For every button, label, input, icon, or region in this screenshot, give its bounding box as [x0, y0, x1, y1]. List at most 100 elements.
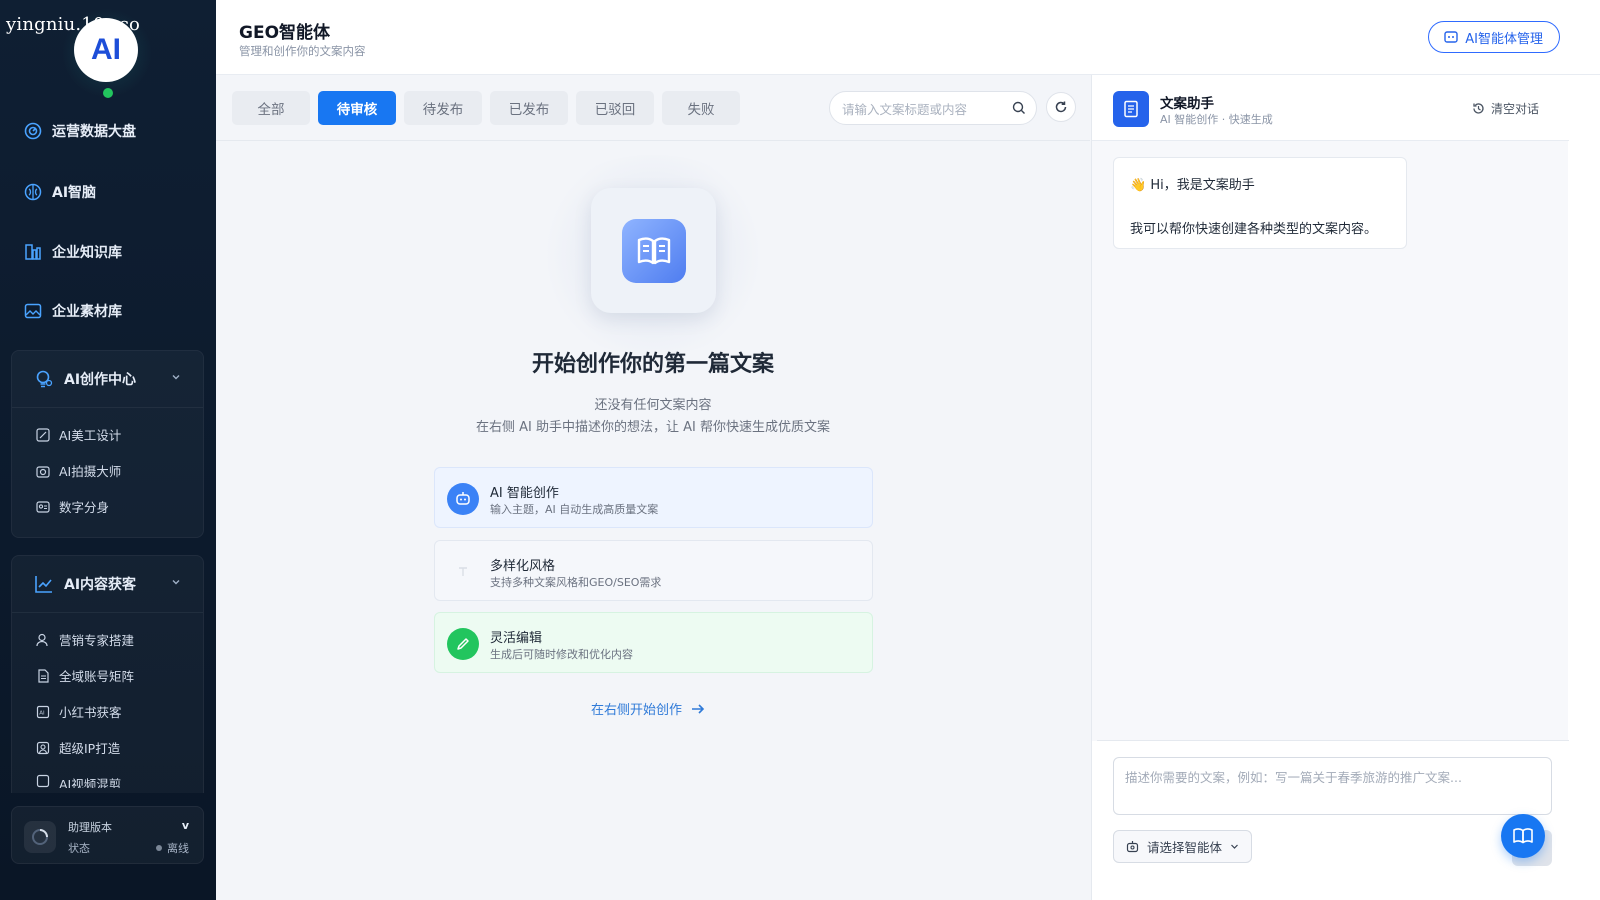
refresh-icon: [1054, 100, 1068, 114]
greeting-line: 👋 Hi，我是文案助手: [1130, 174, 1255, 193]
subitem-label: 数字分身: [59, 500, 110, 515]
assistant-panel: 文案助手 AI 智能创作 · 快速生成 清空对话 👋 Hi，我是文案助手 我可以…: [1091, 75, 1600, 900]
group-label: AI内容获客: [64, 577, 137, 593]
sidebar: AI yingniu.10v.co 运营数据大盘 AI智脑 企业知识库 企业素材…: [0, 0, 216, 900]
sidebar-item-label: 企业素材库: [52, 304, 122, 320]
sidebar-item-ai-brain[interactable]: AI智脑: [24, 180, 96, 204]
floating-book-button[interactable]: [1501, 814, 1545, 858]
sidebar-subitem-super-ip[interactable]: 超级IP打造: [36, 738, 120, 757]
tab-failed[interactable]: 失败: [662, 91, 740, 125]
greeting-text: Hi，我是文案助手: [1150, 178, 1255, 193]
search-icon[interactable]: [1012, 101, 1026, 115]
feature-title: 多样化风格: [490, 559, 556, 574]
sidebar-item-label: 企业知识库: [52, 245, 122, 261]
ai-badge-icon: AI: [36, 705, 50, 719]
agent-select[interactable]: 请选择智能体: [1113, 830, 1252, 863]
footer-divider: [1097, 740, 1569, 741]
version-value: v: [181, 819, 189, 832]
tab-to-publish[interactable]: 待发布: [404, 91, 482, 125]
assistant-header: 文案助手 AI 智能创作 · 快速生成 清空对话: [1092, 75, 1569, 141]
tab-pending-review[interactable]: 待审核: [318, 91, 396, 125]
history-icon: [1472, 102, 1485, 115]
sidebar-subitem-marketing-expert[interactable]: 营销专家搭建: [36, 630, 134, 649]
clear-chat-label: 清空对话: [1491, 102, 1540, 116]
video-icon: [36, 774, 50, 788]
sidebar-subitem-account-matrix[interactable]: 全域账号矩阵: [36, 666, 134, 685]
logo-text: AI: [91, 33, 121, 66]
assistant-version-panel[interactable]: 助理版本 v 状态 离线: [11, 806, 204, 864]
group-header-ai-content[interactable]: AI内容获客: [34, 574, 136, 594]
start-creating-link[interactable]: 在右侧开始创作: [591, 699, 706, 718]
sidebar-subitem-ai-design[interactable]: AI美工设计: [36, 425, 121, 444]
svg-text:AI: AI: [39, 710, 45, 716]
lightbulb-icon: [34, 369, 54, 389]
empty-state-line2: 在右侧 AI 助手中描述你的想法，让 AI 帮你快速生成优质文案: [476, 420, 830, 435]
tab-published[interactable]: 已发布: [490, 91, 568, 125]
chevron-down-icon[interactable]: [171, 371, 181, 385]
library-icon: [24, 243, 42, 261]
sidebar-subitem-xiaohongshu[interactable]: AI 小红书获客: [36, 702, 122, 721]
sidebar-subitem-ai-photo[interactable]: AI拍摄大师: [36, 461, 121, 480]
page-subtitle: 管理和创作你的文案内容: [239, 44, 366, 58]
tab-label: 待审核: [336, 102, 378, 118]
subitem-label: 超级IP打造: [59, 741, 121, 756]
tab-rejected[interactable]: 已驳回: [576, 91, 654, 125]
prompt-textarea[interactable]: 描述你需要的文案，例如：写一篇关于春季旅游的推广文案...: [1113, 757, 1552, 815]
document-icon: [36, 668, 50, 683]
group-divider: [12, 612, 203, 613]
sidebar-item-knowledge-base[interactable]: 企业知识库: [24, 240, 122, 264]
subitem-label: 小红书获客: [59, 705, 122, 720]
group-label: AI创作中心: [64, 372, 137, 388]
feature-card-ai-creation: AI 智能创作 输入主题，AI 自动生成高质量文案: [434, 467, 873, 528]
sidebar-subitem-digital-avatar[interactable]: 数字分身: [36, 497, 109, 516]
design-icon: [36, 427, 50, 442]
feature-title: 灵活编辑: [490, 631, 543, 646]
assistant-subtitle: AI 智能创作 · 快速生成: [1160, 113, 1273, 126]
camera-icon: [36, 464, 50, 478]
empty-state-title: 开始创作你的第一篇文案: [531, 352, 774, 377]
sidebar-item-dashboard[interactable]: 运营数据大盘: [24, 119, 136, 143]
document-icon: [1113, 91, 1149, 127]
sidebar-item-label: 运营数据大盘: [52, 124, 136, 140]
refresh-button[interactable]: [1046, 92, 1076, 122]
chevron-down-icon[interactable]: [171, 576, 181, 590]
dashboard-icon: [24, 122, 42, 140]
feature-desc: 支持多种文案风格和GEO/SEO需求: [490, 576, 662, 589]
version-label: 助理版本: [68, 821, 112, 834]
agent-select-label: 请选择智能体: [1147, 840, 1223, 855]
robot-icon: [1126, 840, 1139, 853]
prompt-placeholder: 描述你需要的文案，例如：写一篇关于春季旅游的推广文案...: [1125, 770, 1462, 785]
robot-refresh-icon: [1443, 29, 1459, 45]
sidebar-subitem-ai-video[interactable]: AI视频混剪: [36, 774, 121, 788]
status-label: 状态: [68, 842, 90, 855]
wave-hand-icon: 👋: [1130, 178, 1151, 193]
sidebar-item-label: AI智脑: [52, 185, 97, 201]
search-placeholder: 请输入文案标题或内容: [842, 101, 968, 117]
tab-label: 待发布: [422, 102, 464, 118]
feature-desc: 输入主题，AI 自动生成高质量文案: [490, 503, 659, 516]
empty-state-line1: 还没有任何文案内容: [594, 398, 712, 413]
online-status-dot: [103, 88, 113, 98]
arrow-right-icon: [690, 702, 706, 716]
subitem-label: AI拍摄大师: [59, 464, 122, 479]
assistant-name: 文案助手: [1160, 96, 1214, 112]
agent-management-button[interactable]: AI智能体管理: [1428, 21, 1560, 53]
tab-label: 已发布: [508, 102, 550, 118]
subitem-label: AI美工设计: [59, 428, 122, 443]
group-header-ai-creation[interactable]: AI创作中心: [34, 369, 136, 389]
subitem-label: 全域账号矩阵: [59, 669, 135, 684]
cta-label: 在右侧开始创作: [591, 703, 683, 718]
portrait-icon: [36, 741, 50, 755]
tab-all[interactable]: 全部: [232, 91, 310, 125]
brain-icon: [24, 183, 42, 201]
clear-chat-button[interactable]: 清空对话: [1472, 100, 1539, 117]
search-input[interactable]: 请输入文案标题或内容: [829, 91, 1037, 125]
status-badge: 离线: [156, 840, 189, 856]
sidebar-item-asset-library[interactable]: 企业素材库: [24, 299, 122, 323]
content-panel: 全部 待审核 待发布 已发布 已驳回 失败 请输入文案标题或内容 开始创作你的第…: [216, 75, 1090, 900]
image-icon: [24, 302, 42, 320]
feature-title: AI 智能创作: [490, 486, 559, 501]
user-icon: [36, 633, 50, 647]
tab-label: 失败: [687, 102, 715, 118]
status-tabs: 全部 待审核 待发布 已发布 已驳回 失败 请输入文案标题或内容: [216, 75, 1090, 141]
